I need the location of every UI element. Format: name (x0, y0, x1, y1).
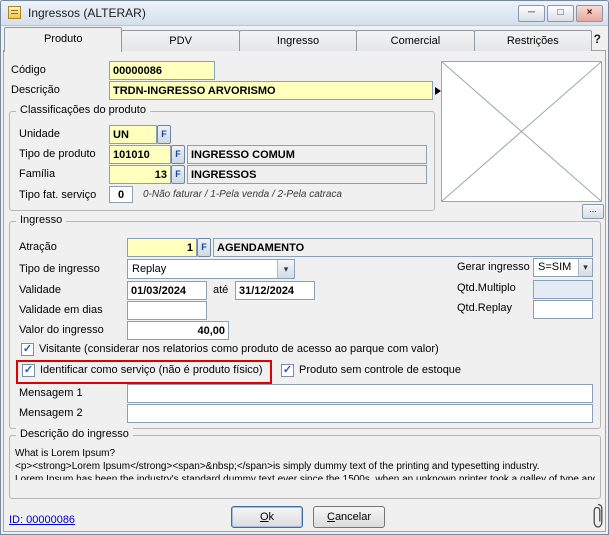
check-icon: ✓ (283, 364, 292, 376)
close-icon[interactable]: × (576, 5, 603, 22)
image-browse-button[interactable]: ... (582, 204, 604, 219)
codigo-input[interactable] (109, 61, 215, 80)
mensagem2-label: Mensagem 2 (19, 407, 83, 419)
gerar-ingresso-value: S=SIM (538, 261, 571, 273)
descricao-ingresso-group-title: Descrição do ingresso (16, 428, 133, 440)
tipo-de-ingresso-label: Tipo de ingresso (19, 263, 100, 275)
valor-do-ingresso-label: Valor do ingresso (19, 324, 104, 336)
expand-memo-icon[interactable] (435, 87, 441, 95)
ingresso-group-title: Ingresso (16, 214, 66, 226)
validade-to-input[interactable] (235, 281, 315, 300)
tipo-produto-lookup-icon[interactable]: F (171, 145, 185, 164)
title-bar[interactable]: Ingressos (ALTERAR) ─ □ × (1, 1, 608, 26)
descricao-input[interactable] (109, 81, 433, 100)
mensagem1-label: Mensagem 1 (19, 387, 83, 399)
app-icon (8, 6, 21, 19)
familia-input[interactable] (109, 165, 171, 184)
image-cross-icon (442, 62, 601, 201)
ok-button-label: Ok (232, 507, 302, 527)
help-icon[interactable]: ? (594, 32, 601, 46)
descricao-line: <p><strong>Lorem Ipsum</strong><span>&nb… (15, 460, 595, 473)
product-image-placeholder[interactable] (441, 61, 602, 202)
maximize-icon[interactable]: □ (547, 5, 574, 22)
validade-em-dias-label: Validade em dias (19, 304, 103, 316)
cancel-button-label: Cancelar (314, 507, 384, 527)
classificacoes-group-title: Classificações do produto (16, 104, 150, 116)
qtd-multiplo-input (533, 280, 593, 299)
descricao-line: What is Lorem Ipsum? (15, 447, 595, 460)
familia-display (187, 165, 427, 184)
qtd-multiplo-label: Qtd.Multiplo (457, 282, 516, 294)
tipo-fat-servico-hint: 0-Não faturar / 1-Pela venda / 2-Pela ca… (143, 189, 342, 200)
tipo-de-ingresso-value: Replay (132, 263, 166, 275)
servico-checkbox-label[interactable]: Identificar como serviço (não é produto … (40, 364, 263, 376)
minimize-icon[interactable]: ─ (518, 5, 545, 22)
servico-checkbox[interactable]: ✓ (22, 364, 35, 377)
validade-until-label: até (213, 284, 228, 296)
tipo-produto-label: Tipo de produto (19, 148, 96, 160)
mensagem2-input[interactable] (127, 404, 593, 423)
atracao-display (213, 238, 593, 257)
paperclip-icon[interactable] (592, 502, 604, 535)
tab-produto[interactable]: Produto (4, 27, 122, 52)
descricao-line: Lorem Ipsum has been the industry's stan… (15, 473, 595, 480)
unidade-lookup-icon[interactable]: F (157, 125, 171, 144)
mensagem1-input[interactable] (127, 384, 593, 403)
window-controls: ─ □ × (518, 5, 603, 22)
ok-button[interactable]: Ok (231, 506, 303, 528)
atracao-lookup-icon[interactable]: F (197, 238, 211, 257)
tipo-produto-display (187, 145, 427, 164)
atracao-input[interactable] (127, 238, 197, 257)
valor-do-ingresso-input[interactable] (127, 321, 229, 340)
validade-label: Validade (19, 284, 61, 296)
tab-restricoes[interactable]: Restrições (474, 30, 592, 51)
tab-comercial[interactable]: Comercial (356, 30, 474, 51)
familia-lookup-icon[interactable]: F (171, 165, 185, 184)
id-link[interactable]: ID: 00000086 (9, 514, 75, 526)
unidade-label: Unidade (19, 128, 60, 140)
qtd-replay-input[interactable] (533, 300, 593, 319)
visitante-checkbox-label[interactable]: Visitante (considerar nos relatorios com… (39, 343, 439, 355)
atracao-label: Atração (19, 241, 57, 253)
tab-pdv[interactable]: PDV (121, 30, 239, 51)
codigo-label: Código (11, 64, 46, 76)
tipo-produto-input[interactable] (109, 145, 171, 164)
unidade-input[interactable] (109, 125, 157, 144)
gerar-ingresso-label: Gerar ingresso (457, 261, 530, 273)
check-icon: ✓ (24, 364, 33, 376)
estoque-checkbox-label[interactable]: Produto sem controle de estoque (299, 364, 461, 376)
validade-from-input[interactable] (127, 281, 207, 300)
check-icon: ✓ (23, 343, 32, 355)
tab-ingresso[interactable]: Ingresso (239, 30, 357, 51)
cancel-button[interactable]: Cancelar (313, 506, 385, 528)
estoque-checkbox[interactable]: ✓ (281, 364, 294, 377)
gerar-ingresso-select[interactable]: S=SIM ▾ (533, 258, 593, 277)
descricao-label: Descrição (11, 84, 60, 96)
chevron-down-icon[interactable]: ▾ (578, 259, 592, 276)
tipo-fat-servico-input[interactable] (109, 186, 133, 203)
tipo-de-ingresso-select[interactable]: Replay ▾ (127, 259, 295, 279)
dialog-window: Ingressos (ALTERAR) ─ □ × Produto PDV In… (0, 0, 609, 535)
visitante-checkbox[interactable]: ✓ (21, 343, 34, 356)
window-title: Ingressos (ALTERAR) (28, 6, 146, 20)
familia-label: Família (19, 168, 55, 180)
tipo-fat-servico-label: Tipo fat. serviço (19, 189, 96, 201)
descricao-ingresso-text[interactable]: What is Lorem Ipsum? <p><strong>Lorem Ip… (15, 447, 595, 480)
qtd-replay-label: Qtd.Replay (457, 302, 512, 314)
chevron-down-icon[interactable]: ▾ (277, 260, 294, 278)
validade-em-dias-input[interactable] (127, 301, 207, 320)
tab-bar: Produto PDV Ingresso Comercial Restriçõe… (4, 27, 605, 51)
